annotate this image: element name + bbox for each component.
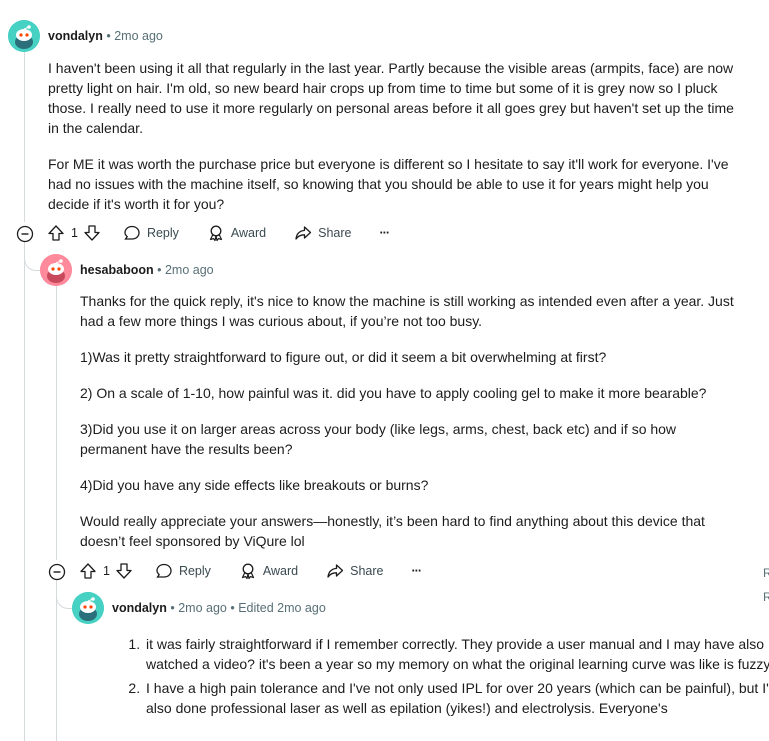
comment-meta: vondalyn • 2mo ago bbox=[48, 29, 163, 43]
comment-meta: vondalyn • 2mo ago • Edited 2mo ago bbox=[112, 601, 326, 615]
vote-count: 1 bbox=[71, 226, 78, 240]
award-icon bbox=[241, 563, 255, 580]
username[interactable]: hesababoon bbox=[80, 263, 154, 277]
share-button[interactable]: Share bbox=[294, 224, 352, 242]
share-icon bbox=[295, 226, 312, 240]
right-edge-label: R bbox=[763, 590, 769, 604]
comment-paragraph: 4)Did you have any side effects like bre… bbox=[80, 477, 429, 493]
timestamp[interactable]: 2mo ago bbox=[114, 29, 163, 43]
upvote-icon bbox=[48, 225, 64, 241]
more-icon: ··· bbox=[379, 226, 390, 240]
share-label: Share bbox=[318, 226, 352, 240]
timestamp[interactable]: 2mo ago bbox=[178, 601, 227, 615]
reply-button[interactable]: Reply bbox=[123, 224, 179, 242]
more-options-button[interactable]: ··· bbox=[380, 226, 390, 240]
snoo-avatar-icon bbox=[40, 254, 72, 286]
comment-paragraph: 3)Did you use it on larger areas across … bbox=[80, 421, 677, 457]
thread-branch bbox=[56, 580, 73, 609]
username[interactable]: vondalyn bbox=[48, 29, 103, 43]
snoo-avatar-icon bbox=[72, 592, 104, 624]
right-edge-label: R bbox=[763, 566, 769, 580]
separator-dot: • bbox=[157, 263, 165, 277]
comment-actions: 1 Reply Award Share ··· bbox=[79, 558, 422, 584]
upvote-button[interactable] bbox=[47, 224, 65, 242]
comment-actions: 1 Reply Award Share ··· bbox=[47, 220, 390, 246]
list-item: it was fairly straightforward if I remem… bbox=[144, 634, 769, 674]
reply-bubble-icon bbox=[124, 225, 140, 240]
comment-paragraph: For ME it was worth the purchase price b… bbox=[48, 156, 729, 212]
award-icon bbox=[209, 225, 223, 242]
comment-paragraph: 2) On a scale of 1-10, how painful was i… bbox=[80, 385, 707, 401]
upvote-button[interactable] bbox=[79, 562, 97, 580]
comment-paragraph: Thanks for the quick reply, it's nice to… bbox=[80, 293, 734, 329]
downvote-icon bbox=[84, 225, 100, 241]
vote-count: 1 bbox=[103, 564, 110, 578]
comment-list: it was fairly straightforward if I remem… bbox=[74, 634, 769, 722]
more-options-button[interactable]: ··· bbox=[412, 564, 422, 578]
collapse-icon bbox=[48, 563, 66, 581]
share-icon bbox=[327, 564, 344, 578]
collapse-icon bbox=[16, 225, 34, 243]
reply-bubble-icon bbox=[156, 563, 172, 578]
avatar[interactable] bbox=[8, 20, 40, 52]
edited-label: Edited 2mo ago bbox=[238, 601, 326, 615]
username[interactable]: vondalyn bbox=[112, 601, 167, 615]
thread-line bbox=[24, 52, 25, 222]
comment-body: Thanks for the quick reply, it's nice to… bbox=[80, 291, 740, 567]
share-label: Share bbox=[350, 564, 384, 578]
reply-label: Reply bbox=[178, 564, 211, 578]
comment-paragraph: I haven't been using it all that regular… bbox=[48, 60, 734, 136]
timestamp[interactable]: 2mo ago bbox=[165, 263, 214, 277]
award-label: Award bbox=[230, 226, 267, 240]
downvote-icon bbox=[116, 563, 132, 579]
upvote-icon bbox=[80, 563, 96, 579]
award-label: Award bbox=[262, 564, 299, 578]
collapse-button[interactable] bbox=[16, 225, 34, 243]
avatar[interactable] bbox=[72, 592, 104, 624]
reply-button[interactable]: Reply bbox=[155, 562, 211, 580]
award-button[interactable]: Award bbox=[207, 224, 266, 242]
list-item: I have a high pain tolerance and I've no… bbox=[144, 678, 769, 718]
thread-branch bbox=[24, 242, 41, 271]
reply-label: Reply bbox=[146, 226, 179, 240]
thread-line bbox=[24, 242, 25, 741]
snoo-avatar-icon bbox=[8, 20, 40, 52]
downvote-button[interactable] bbox=[83, 224, 101, 242]
comment-paragraph: 1)Was it pretty straightforward to figur… bbox=[80, 349, 607, 365]
comment-paragraph: Would really appreciate your answers—hon… bbox=[80, 513, 705, 549]
collapse-button[interactable] bbox=[48, 563, 66, 581]
avatar[interactable] bbox=[40, 254, 72, 286]
thread-line bbox=[56, 286, 57, 560]
comment-body: I haven't been using it all that regular… bbox=[48, 58, 738, 230]
thread-line bbox=[56, 580, 57, 741]
share-button[interactable]: Share bbox=[326, 562, 384, 580]
comment-meta: hesababoon • 2mo ago bbox=[80, 263, 214, 277]
more-icon: ··· bbox=[411, 564, 422, 578]
downvote-button[interactable] bbox=[115, 562, 133, 580]
award-button[interactable]: Award bbox=[239, 562, 298, 580]
